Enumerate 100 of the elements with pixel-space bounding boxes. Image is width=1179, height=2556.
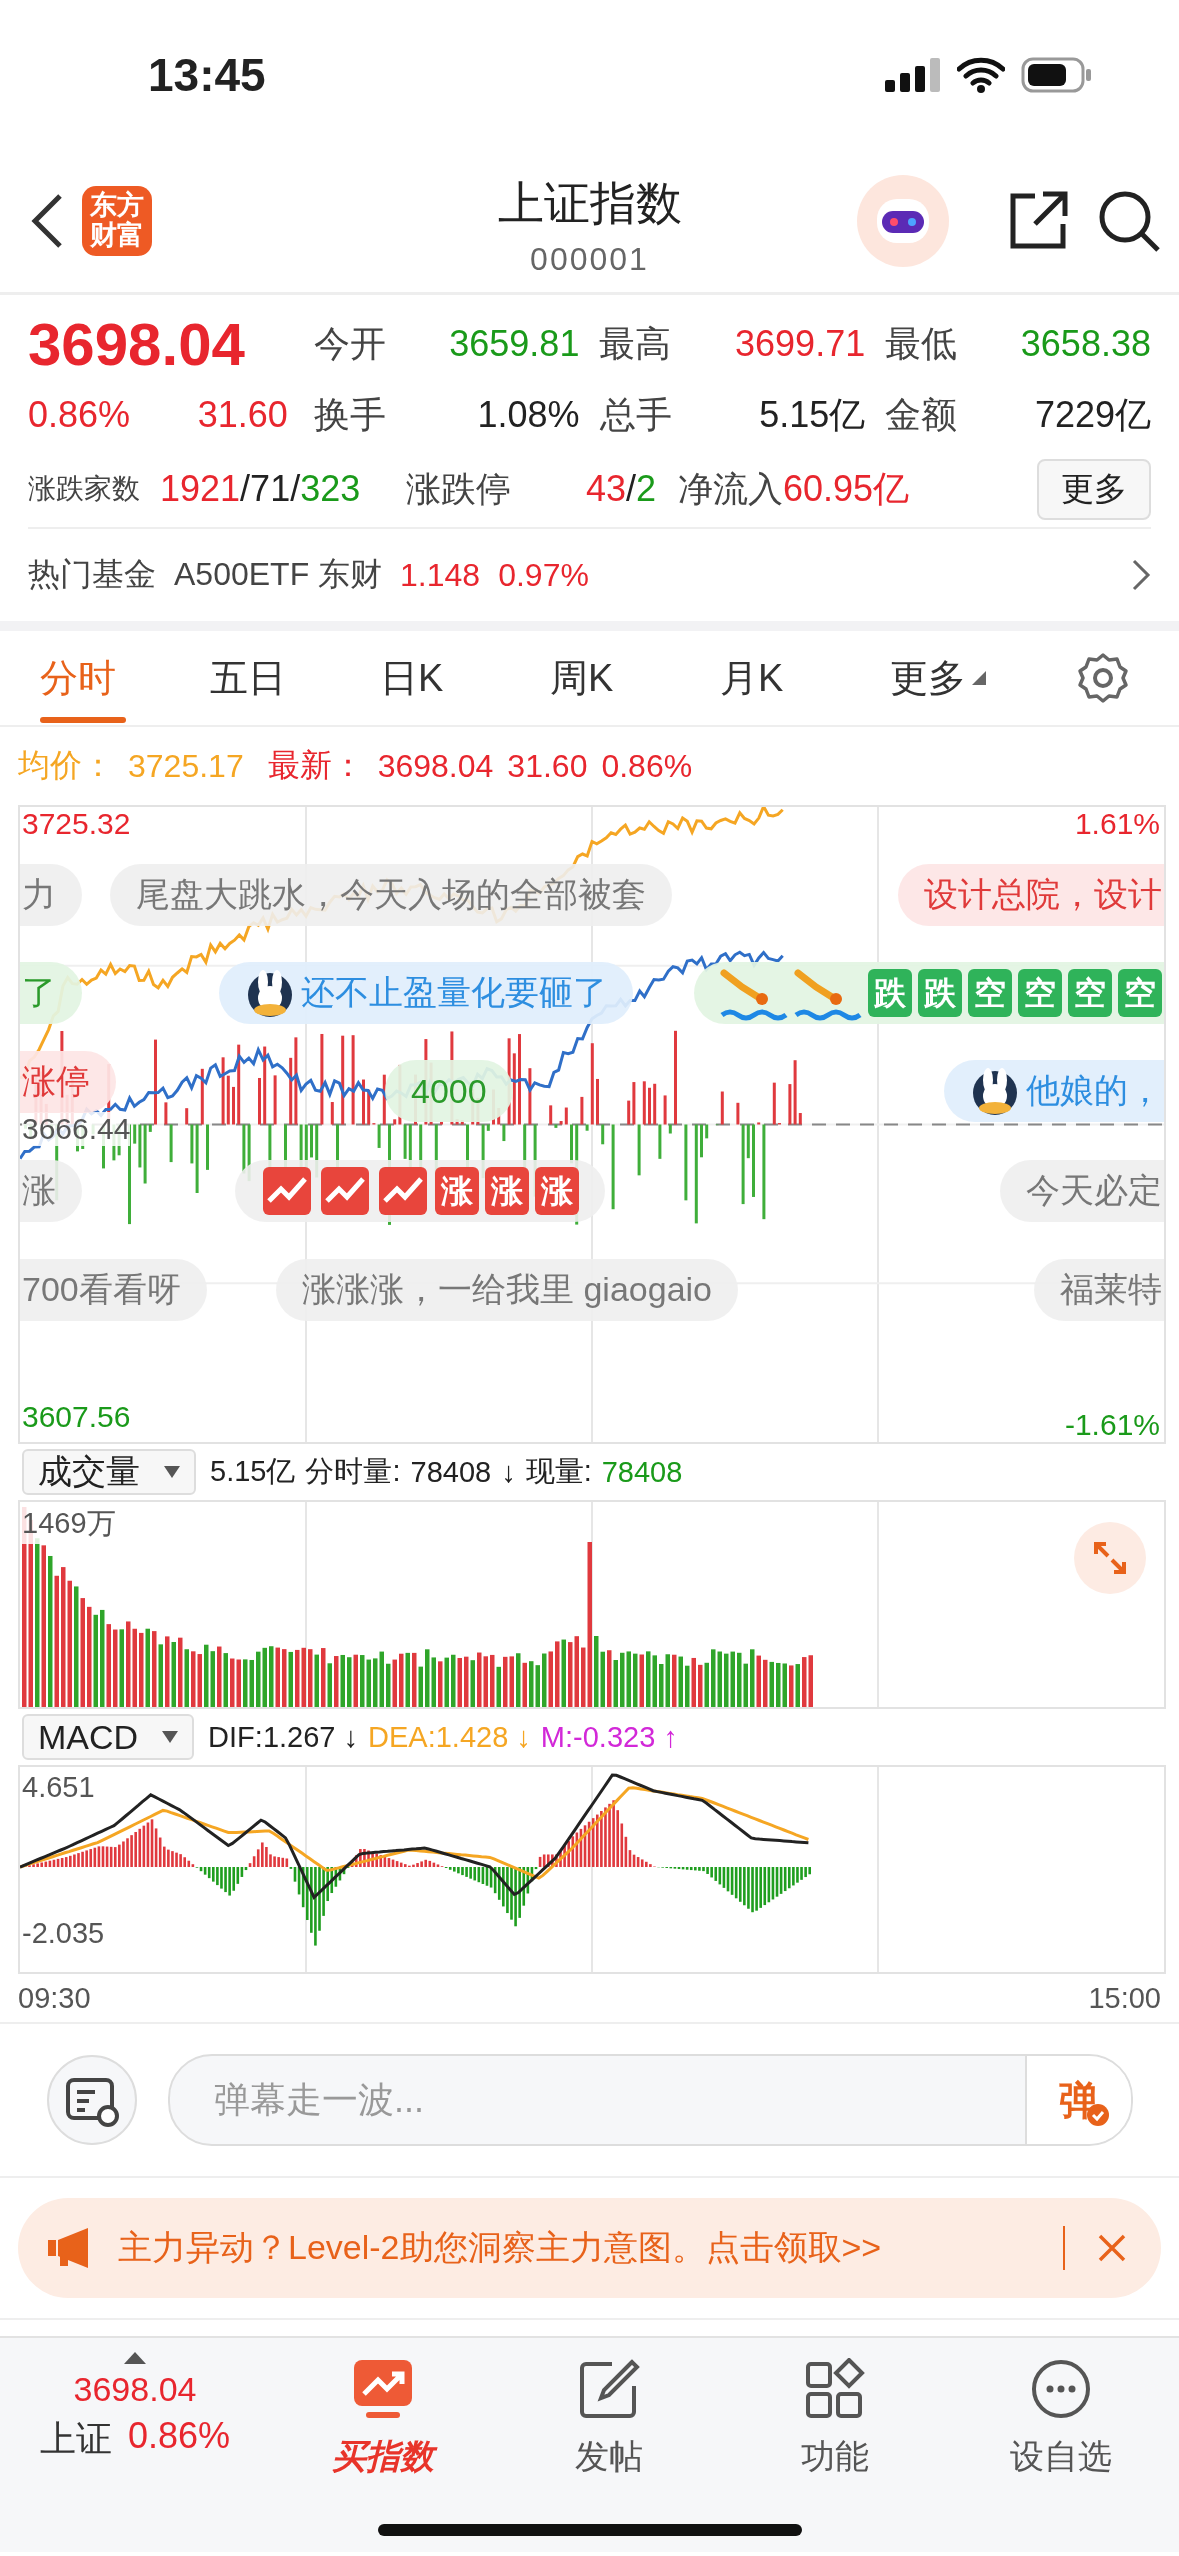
danmaku-bubble[interactable]: 了: [20, 962, 82, 1024]
close-icon[interactable]: [1097, 2233, 1127, 2263]
danmaku-token: 空: [1018, 969, 1062, 1017]
danmaku-bubble[interactable]: 涨: [20, 1160, 82, 1222]
danmaku-text: 4000: [411, 1071, 487, 1111]
rabbit-icon: [970, 1066, 1020, 1116]
danmaku-text: 了: [22, 972, 56, 1013]
chart-tab[interactable]: 日K: [380, 631, 550, 725]
chart-tab[interactable]: 月K: [720, 631, 890, 725]
nav-item[interactable]: 功能: [722, 2352, 948, 2481]
send-danmaku-button[interactable]: 弹: [1025, 2056, 1131, 2144]
advancers-count: 1921: [160, 468, 241, 509]
indicator-dropdown[interactable]: 成交量: [22, 1449, 196, 1495]
separator: /: [290, 468, 301, 509]
index-ticker[interactable]: 3698.04 上证 0.86%: [0, 2352, 270, 2464]
chart-tab[interactable]: 周K: [550, 631, 720, 725]
stock-code: 000001: [530, 240, 649, 279]
inflow-label: 净流入: [678, 467, 783, 510]
danmaku-bubble[interactable]: 力: [20, 864, 82, 926]
fund-change: 0.97%: [498, 556, 589, 594]
nav-item[interactable]: 买指数: [270, 2352, 496, 2481]
down-arrow: ↓: [501, 1455, 516, 1489]
more-icon: [1030, 2358, 1092, 2420]
robot-icon[interactable]: [857, 175, 949, 267]
caret-icon: [164, 1466, 180, 1478]
danmaku-token: 跌: [868, 969, 912, 1017]
danmaku-bubble[interactable]: 涨 涨 涨: [235, 1160, 605, 1222]
ticker-change: 0.86%: [127, 2415, 231, 2458]
danmaku-input[interactable]: 弹幕走一波... 弹: [168, 2054, 1133, 2146]
danmaku-bubble[interactable]: 还不止盈量化要砸了: [219, 962, 633, 1024]
page-title: 上证指数: [497, 176, 682, 231]
trend-icon: [352, 2358, 414, 2420]
stat-value: 1.08%: [476, 394, 580, 436]
axis-label: 1469万: [22, 1504, 116, 1544]
caret-up-icon: [124, 2352, 146, 2364]
danmaku-token: 空: [1068, 969, 1112, 1017]
danmaku-bubble[interactable]: 4000: [385, 1060, 513, 1122]
separator: /: [240, 468, 251, 509]
danmaku-bubble[interactable]: 跌 跌 空 空 空 空: [694, 962, 1164, 1024]
fund-name: A500ETF 东财: [174, 555, 383, 594]
wifi-icon: [957, 57, 1005, 93]
trend-icon: [261, 1165, 313, 1217]
axis-label: -1.61%: [1064, 1408, 1160, 1442]
banner-text: 主力异动？Level-2助您洞察主力意图。点击领取>>: [118, 2227, 882, 2268]
promo-banner[interactable]: 主力异动？Level-2助您洞察主力意图。点击领取>>: [18, 2198, 1161, 2298]
average-price-label: 均价：: [18, 746, 114, 785]
axis-label: 4.651: [22, 1771, 95, 1804]
change-value: 31.60: [507, 747, 588, 785]
nav-item[interactable]: 发帖: [496, 2352, 722, 2481]
stat-value: 3658.38: [1019, 323, 1151, 365]
limit-up-count: 43: [585, 468, 626, 509]
limit-label: 涨跌停: [406, 467, 512, 510]
stat-label: 金额: [885, 392, 959, 437]
search-icon[interactable]: [1097, 189, 1161, 253]
chart-tab[interactable]: 五日: [210, 631, 380, 725]
nav-item[interactable]: 设自选: [948, 2352, 1174, 2481]
time-label: 15:00: [1088, 1981, 1161, 2015]
danmaku-text: 今天必定: [1026, 1170, 1162, 1211]
back-icon[interactable]: [30, 193, 64, 249]
grid-icon: [804, 2358, 866, 2420]
chart-tab[interactable]: 分时: [40, 631, 210, 725]
trend-icon: [377, 1165, 429, 1217]
time-label: 09:30: [18, 1981, 91, 2015]
danmaku-text: 尾盘大跳水，今天入场的全部被套: [136, 874, 646, 915]
edit-icon: [578, 2358, 640, 2420]
more-tab[interactable]: 更多: [890, 631, 1060, 725]
more-button[interactable]: 更多: [1037, 458, 1151, 520]
danmaku-text: 涨涨涨，一给我里 giaogaio: [302, 1269, 712, 1310]
minute-volume: 78408: [410, 1455, 492, 1489]
danmaku-bubble[interactable]: 福莱特: [1034, 1259, 1164, 1321]
latest-price: 3698.04: [377, 747, 494, 785]
danmaku-text: 700看看呀: [22, 1269, 181, 1310]
danmaku-bubble[interactable]: 他娘的，: [944, 1060, 1164, 1122]
stat-label: 最高: [599, 321, 673, 366]
danmaku-bubble[interactable]: 700看看呀: [20, 1259, 207, 1321]
stat-value: 7229亿: [1033, 392, 1151, 437]
danmaku-text: 他娘的，: [1026, 1070, 1162, 1111]
battery-icon: [1021, 57, 1093, 93]
stat-label: 今开: [313, 321, 387, 366]
stat-value: 3659.81: [448, 323, 580, 365]
average-price: 3725.17: [128, 747, 244, 785]
separator: /: [625, 468, 636, 509]
fund-label: 热门基金: [28, 555, 156, 594]
change-value: 31.60: [197, 394, 288, 436]
danmaku-text: 涨: [22, 1170, 56, 1211]
danmaku-bubble[interactable]: 今天必定: [1000, 1160, 1164, 1222]
danmaku-bubble[interactable]: 设计总院，设计: [898, 864, 1164, 926]
expand-icon[interactable]: [1074, 1522, 1146, 1594]
unchanged-count: 71: [250, 468, 291, 509]
indicator-dropdown[interactable]: MACD: [22, 1714, 195, 1760]
danmaku-bubble[interactable]: 涨涨涨，一给我里 giaogaio: [276, 1259, 738, 1321]
danmaku-bubble[interactable]: 涨停: [20, 1051, 116, 1113]
danmaku-token: 跌: [918, 969, 962, 1017]
danmaku-bubble[interactable]: 尾盘大跳水，今天入场的全部被套: [110, 864, 672, 926]
change-percent: 0.86%: [601, 747, 693, 785]
settings-icon[interactable]: [1077, 652, 1129, 704]
caret-icon: [162, 1731, 179, 1743]
index-price: 3698.04: [28, 309, 246, 379]
danmaku-settings-icon[interactable]: [46, 2054, 138, 2146]
dea-value: DEA:1.428 ↓: [368, 1720, 531, 1754]
